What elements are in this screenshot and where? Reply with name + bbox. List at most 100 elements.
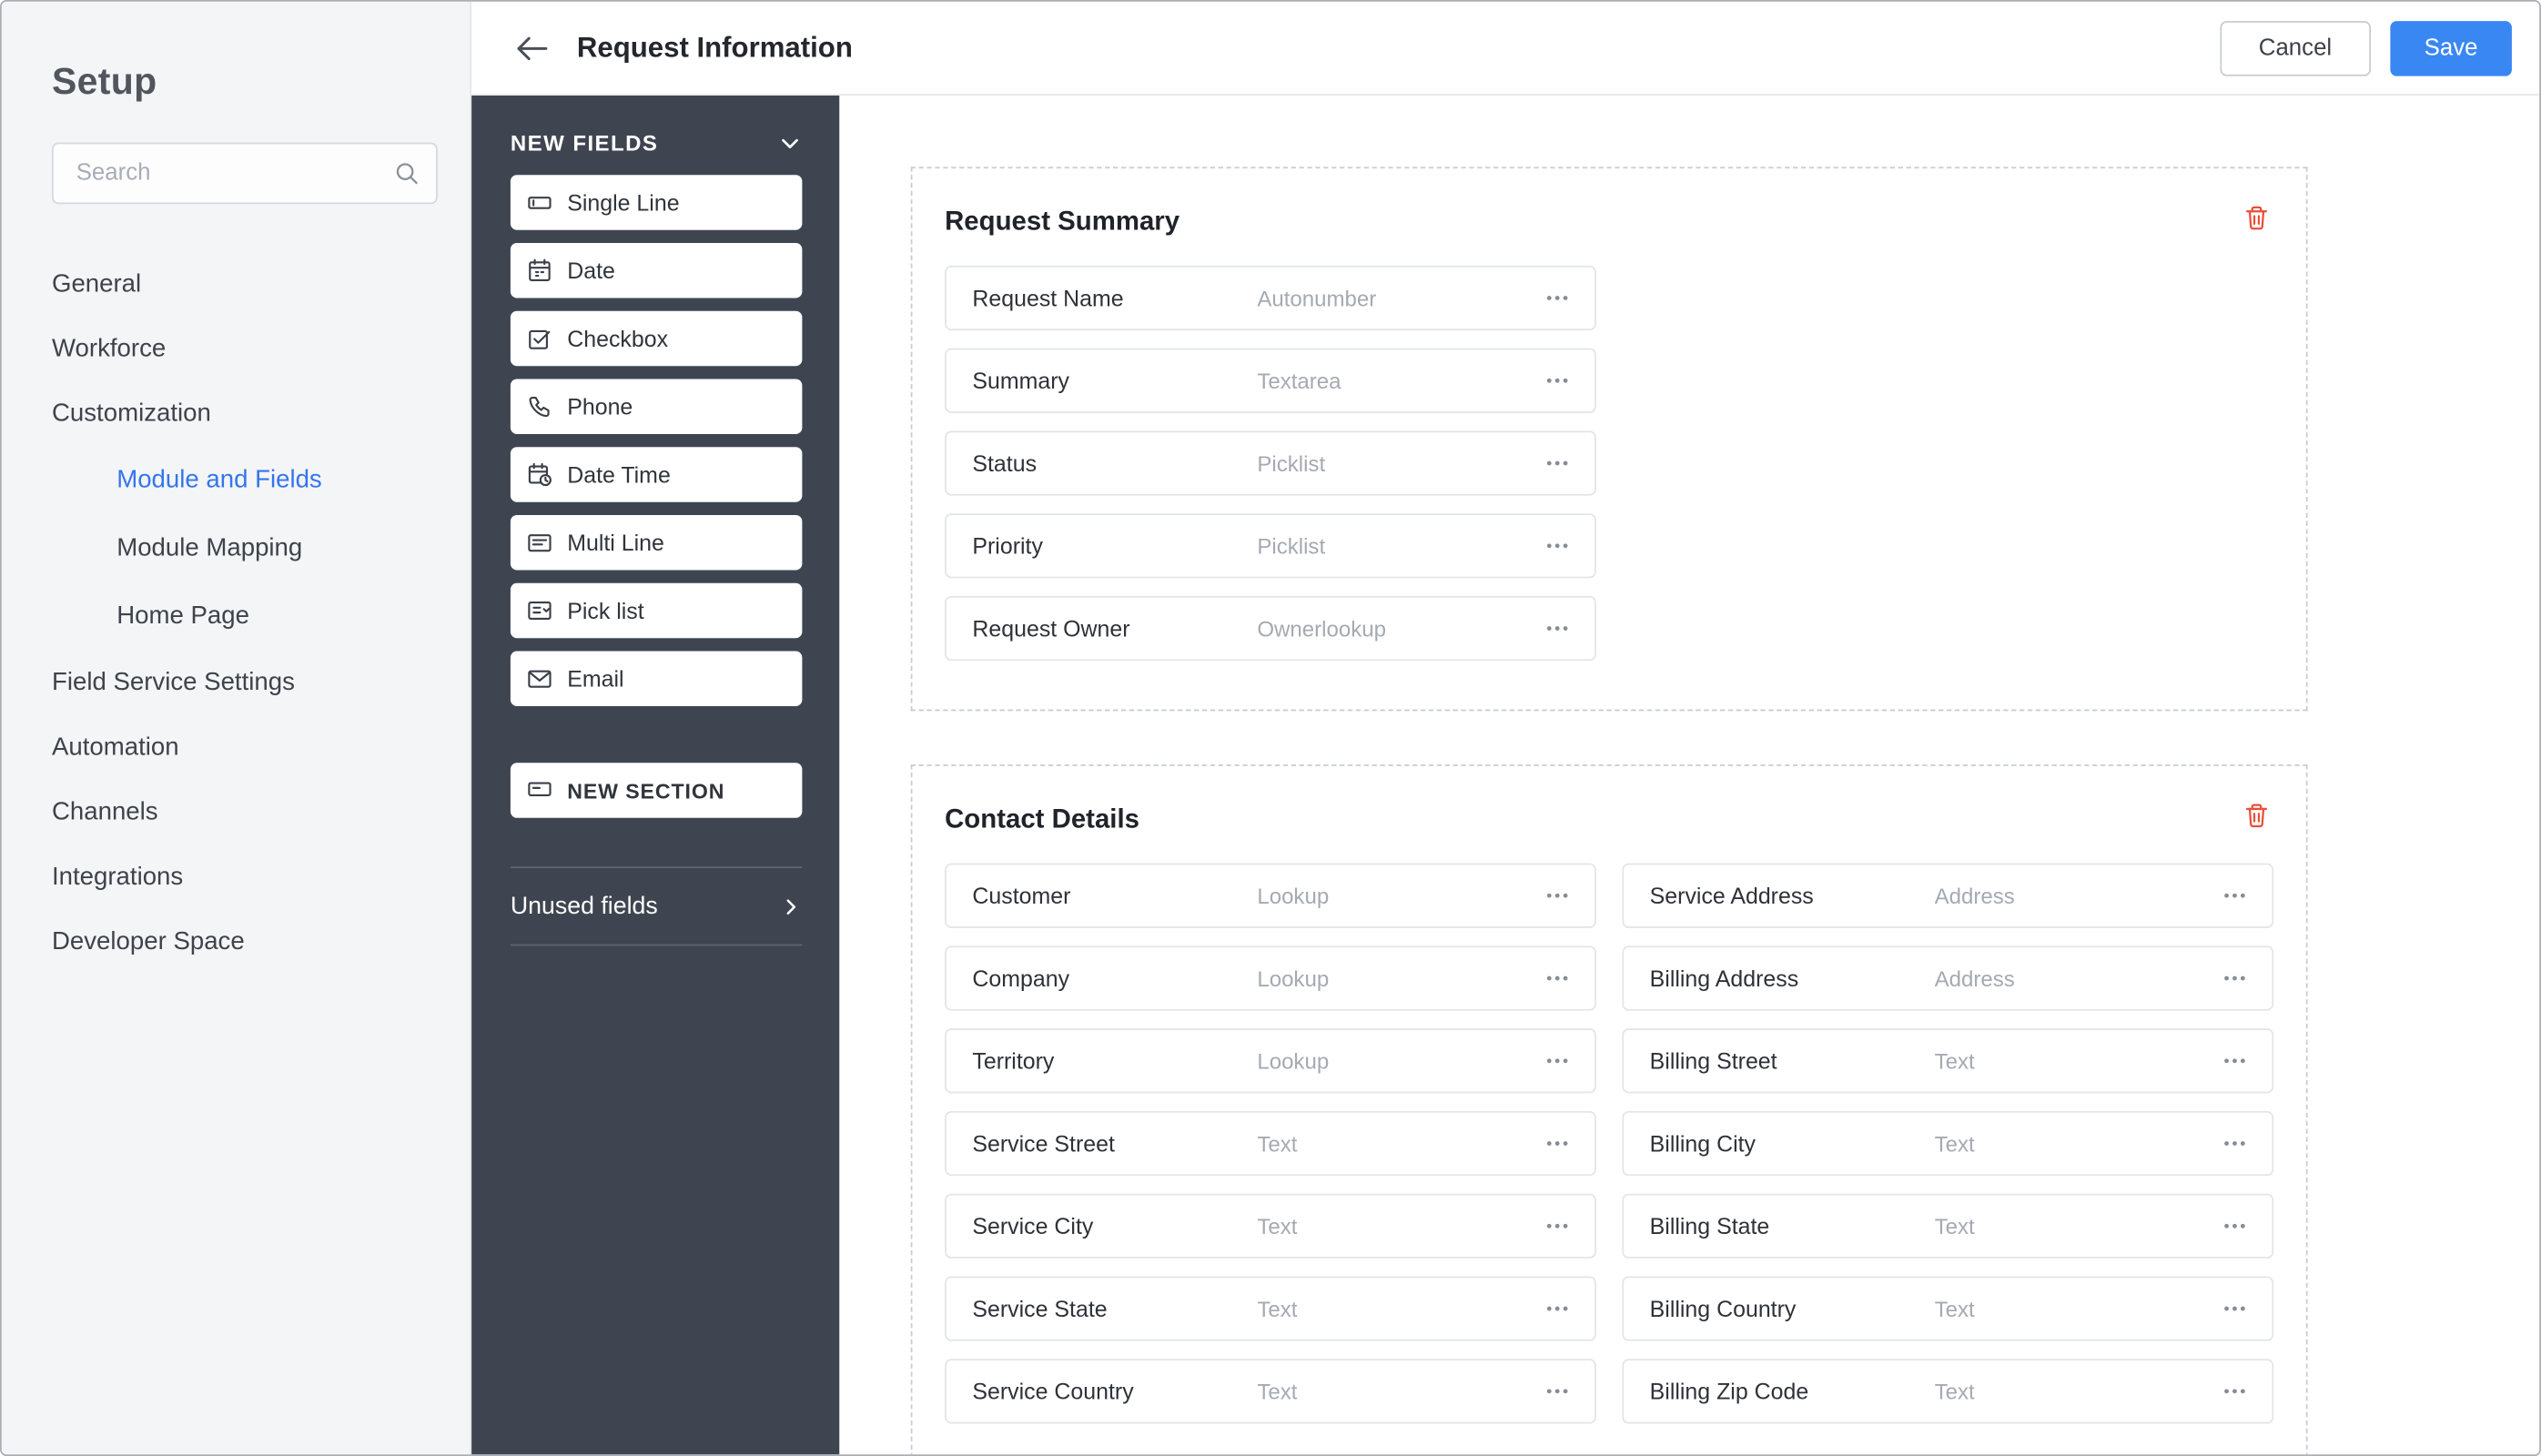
- field-label: Service Street: [972, 1130, 1257, 1156]
- field-options-icon[interactable]: [1536, 278, 1578, 318]
- new-fields-title: NEW FIELDS: [511, 131, 658, 156]
- field-type-phone[interactable]: Phone: [511, 379, 803, 434]
- field-label: Status: [972, 450, 1257, 476]
- field-row-service-street[interactable]: Service StreetText: [945, 1111, 1596, 1176]
- phone-icon: [527, 393, 552, 419]
- sidebar-item-channels[interactable]: Channels: [2, 781, 471, 845]
- section-column: [1622, 266, 2273, 661]
- delete-section-button[interactable]: [2240, 201, 2273, 235]
- sidebar-item-home-page[interactable]: Home Page: [2, 583, 471, 652]
- field-type-date[interactable]: Date: [511, 243, 803, 298]
- save-button[interactable]: Save: [2390, 20, 2512, 76]
- sidebar-item-module-mapping[interactable]: Module Mapping: [2, 515, 471, 583]
- field-options-icon[interactable]: [1536, 1289, 1578, 1329]
- field-row-service-city[interactable]: Service CityText: [945, 1194, 1596, 1259]
- field-row-service-address[interactable]: Service AddressAddress: [1622, 864, 2273, 928]
- new-section-label: NEW SECTION: [567, 778, 724, 803]
- field-row-billing-zip-code[interactable]: Billing Zip CodeText: [1622, 1359, 2273, 1423]
- field-row-customer[interactable]: CustomerLookup: [945, 864, 1596, 928]
- field-row-priority[interactable]: PriorityPicklist: [945, 513, 1596, 578]
- delete-section-button[interactable]: [2240, 798, 2273, 832]
- field-datatype: Picklist: [1257, 533, 1536, 558]
- sidebar-item-customization[interactable]: Customization: [2, 382, 471, 447]
- new-fields-header[interactable]: NEW FIELDS: [511, 131, 803, 156]
- search-box[interactable]: [52, 143, 438, 205]
- field-label: Service City: [972, 1213, 1257, 1239]
- field-type-date-time[interactable]: Date Time: [511, 447, 803, 502]
- field-row-billing-street[interactable]: Billing StreetText: [1622, 1028, 2273, 1093]
- field-options-icon[interactable]: [2213, 876, 2255, 915]
- setup-nav: GeneralWorkforceCustomizationModule and …: [2, 253, 471, 976]
- chevron-right-icon: [779, 895, 802, 917]
- sidebar-item-field-service-settings[interactable]: Field Service Settings: [2, 651, 471, 715]
- field-label: Priority: [972, 533, 1257, 559]
- field-row-service-state[interactable]: Service StateText: [945, 1276, 1596, 1340]
- field-label: Request Name: [972, 285, 1257, 310]
- sidebar-item-automation[interactable]: Automation: [2, 716, 471, 781]
- field-type-label: Phone: [567, 393, 633, 419]
- field-row-territory[interactable]: TerritoryLookup: [945, 1028, 1596, 1093]
- field-row-request-name[interactable]: Request NameAutonumber: [945, 266, 1596, 330]
- field-options-icon[interactable]: [2213, 1041, 2255, 1080]
- field-type-pick-list[interactable]: Pick list: [511, 583, 803, 639]
- sidebar-item-integrations[interactable]: Integrations: [2, 845, 471, 910]
- field-options-icon[interactable]: [1536, 609, 1578, 648]
- field-options-icon[interactable]: [1536, 1041, 1578, 1080]
- sidebar-item-developer-space[interactable]: Developer Space: [2, 910, 471, 975]
- sidebar-item-module-and-fields[interactable]: Module and Fields: [2, 447, 471, 515]
- field-label: Billing State: [1650, 1213, 1935, 1239]
- search-input[interactable]: [73, 158, 394, 187]
- field-datatype: Text: [1935, 1048, 2214, 1073]
- field-type-checkbox[interactable]: Checkbox: [511, 311, 803, 367]
- field-row-billing-city[interactable]: Billing CityText: [1622, 1111, 2273, 1176]
- field-datatype: Lookup: [1257, 884, 1536, 908]
- field-datatype: Text: [1257, 1297, 1536, 1321]
- topbar: Request Information Cancel Save: [471, 2, 2539, 96]
- field-options-icon[interactable]: [1536, 1207, 1578, 1246]
- sidebar-item-general[interactable]: General: [2, 253, 471, 318]
- field-options-icon[interactable]: [1536, 1371, 1578, 1410]
- field-options-icon[interactable]: [2213, 959, 2255, 998]
- section-title: Contact Details: [945, 798, 1139, 835]
- field-type-label: Checkbox: [567, 326, 668, 351]
- field-row-status[interactable]: StatusPicklist: [945, 430, 1596, 495]
- chevron-down-icon[interactable]: [778, 131, 803, 156]
- field-row-service-country[interactable]: Service CountryText: [945, 1359, 1596, 1423]
- setup-title: Setup: [52, 60, 470, 104]
- field-label: Billing Street: [1650, 1048, 1935, 1074]
- field-label: Billing City: [1650, 1130, 1935, 1156]
- cancel-button[interactable]: Cancel: [2220, 20, 2371, 76]
- field-row-company[interactable]: CompanyLookup: [945, 945, 1596, 1010]
- section-body: Request NameAutonumber SummaryTextarea Sta…: [945, 266, 2273, 661]
- field-options-icon[interactable]: [1536, 444, 1578, 483]
- sidebar-item-workforce[interactable]: Workforce: [2, 318, 471, 382]
- field-type-label: Date Time: [567, 461, 671, 487]
- field-options-icon[interactable]: [1536, 959, 1578, 998]
- date-time-icon: [527, 461, 552, 487]
- field-row-billing-state[interactable]: Billing StateText: [1622, 1194, 2273, 1259]
- field-options-icon[interactable]: [1536, 526, 1578, 565]
- field-options-icon[interactable]: [2213, 1124, 2255, 1163]
- field-options-icon[interactable]: [1536, 361, 1578, 400]
- field-label: Service Address: [1650, 883, 1935, 908]
- new-section-button[interactable]: NEW SECTION: [511, 763, 803, 818]
- field-options-icon[interactable]: [2213, 1289, 2255, 1329]
- field-options-icon[interactable]: [1536, 1124, 1578, 1163]
- field-options-icon[interactable]: [1536, 876, 1578, 915]
- multi-line-icon: [527, 530, 552, 555]
- field-label: Summary: [972, 368, 1257, 393]
- form-section-request-summary: Request SummaryRequest NameAutonumberSum…: [911, 167, 2308, 711]
- field-type-single-line[interactable]: Single Line: [511, 175, 803, 230]
- back-arrow-icon[interactable]: [515, 33, 549, 62]
- field-type-multi-line[interactable]: Multi Line: [511, 515, 803, 571]
- field-row-request-owner[interactable]: Request OwnerOwnerlookup: [945, 596, 1596, 661]
- checkbox-icon: [527, 326, 552, 351]
- field-options-icon[interactable]: [2213, 1371, 2255, 1410]
- field-row-billing-address[interactable]: Billing AddressAddress: [1622, 945, 2273, 1010]
- field-datatype: Address: [1935, 884, 2214, 908]
- field-row-summary[interactable]: SummaryTextarea: [945, 349, 1596, 413]
- field-options-icon[interactable]: [2213, 1207, 2255, 1246]
- unused-fields-toggle[interactable]: Unused fields: [511, 868, 803, 945]
- field-type-email[interactable]: Email: [511, 651, 803, 706]
- field-row-billing-country[interactable]: Billing CountryText: [1622, 1276, 2273, 1340]
